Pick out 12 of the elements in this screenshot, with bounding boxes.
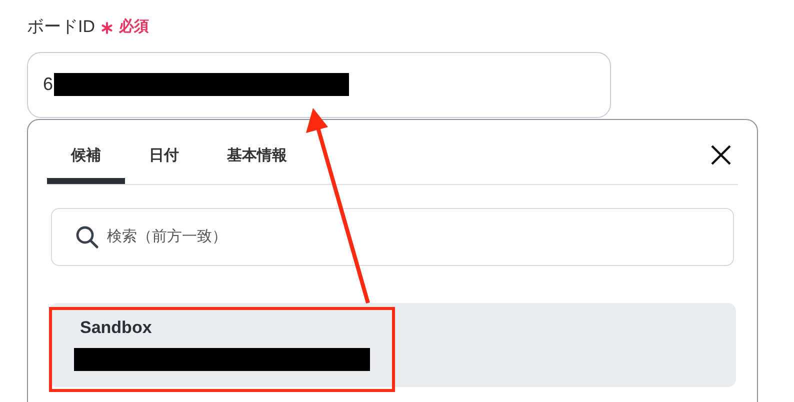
board-id-field[interactable]: 6 [27,52,611,118]
tab[interactable]: 候補 [47,136,125,184]
tab[interactable]: 日付 [125,136,203,184]
tab[interactable]: 基本情報 [203,136,311,184]
list-item[interactable]: Sandbox [49,302,736,386]
search-icon [75,224,99,248]
search-field[interactable]: 検索（前方一致） [51,208,734,266]
asterisk-icon [101,22,113,34]
item-title: Sandbox [80,316,153,338]
field-value: 6 [43,73,54,96]
required-label: 必須 [119,16,149,36]
field-label: ボードID [27,16,95,38]
